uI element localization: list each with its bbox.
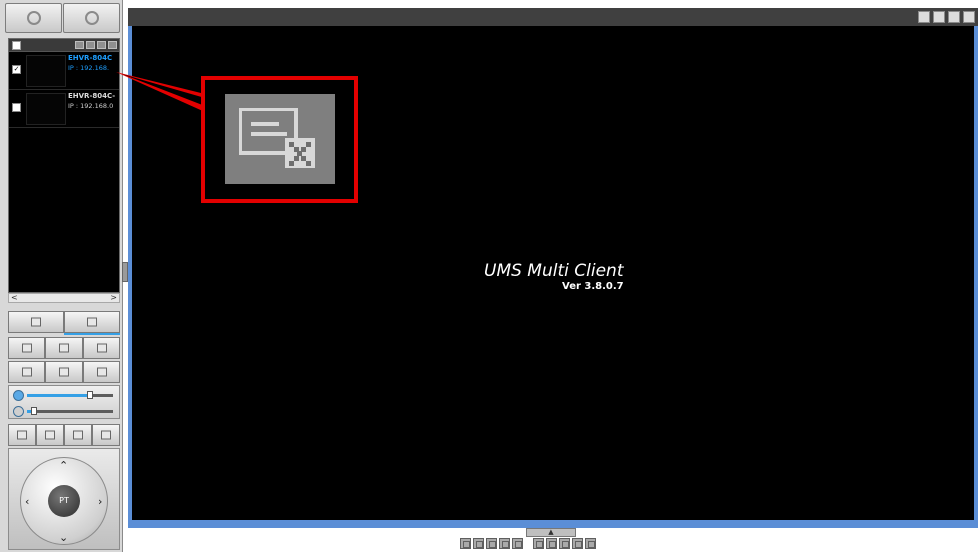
layout-icon[interactable] — [918, 11, 930, 23]
mic-icon — [13, 406, 24, 417]
pause-icon — [21, 367, 32, 377]
mic-thumb[interactable] — [31, 407, 37, 415]
app-version: Ver 3.8.0.7 — [562, 281, 624, 292]
close-icon[interactable] — [963, 11, 975, 23]
expand-toolbar-button[interactable]: ▲ — [526, 528, 576, 537]
talk-button[interactable] — [83, 361, 120, 383]
preset-button-2[interactable] — [36, 424, 64, 446]
setup-button[interactable] — [5, 3, 62, 33]
playback-icon — [96, 343, 107, 353]
device-list-header — [9, 39, 119, 52]
device-ip: IP : 192.168.0 — [68, 102, 114, 110]
tool-button-row-2 — [8, 361, 120, 383]
device-info-icon[interactable] — [108, 41, 117, 49]
callout-zoom — [225, 94, 335, 184]
search-icon — [84, 11, 99, 25]
ptz-right-arrow[interactable]: › — [98, 496, 102, 507]
audio-button[interactable] — [45, 361, 83, 383]
minimize-icon[interactable] — [933, 11, 945, 23]
layout-custom-icon[interactable] — [512, 538, 523, 549]
record-button[interactable] — [45, 337, 83, 359]
tool-button-row-1 — [8, 337, 120, 359]
mic-slider[interactable] — [27, 407, 113, 415]
audio-sliders — [8, 385, 120, 419]
select-all-checkbox[interactable] — [12, 41, 21, 50]
remove-device-icon — [239, 108, 315, 168]
add-device-icon[interactable] — [75, 41, 84, 49]
headphone-icon — [59, 367, 69, 377]
scroll-right-arrow[interactable]: > — [110, 294, 117, 302]
search-button[interactable] — [63, 3, 120, 33]
device-list-scrollbar[interactable]: < > — [8, 293, 120, 303]
disconnect-button[interactable] — [64, 311, 120, 333]
active-tab-indicator — [64, 333, 120, 335]
preset-button-1[interactable] — [8, 424, 36, 446]
view-title-bar — [128, 8, 978, 26]
device-row-2[interactable]: EHVR-804C- IP : 192.168.0 — [9, 90, 119, 128]
layout-3x3-icon[interactable] — [486, 538, 497, 549]
layout-1x1-icon[interactable] — [460, 538, 471, 549]
layout-8x8-icon[interactable] — [572, 538, 583, 549]
remove-device-icon[interactable] — [97, 41, 106, 49]
device-checkbox[interactable] — [12, 103, 21, 112]
pause-button[interactable] — [8, 361, 45, 383]
preset-button-3[interactable] — [64, 424, 92, 446]
device-ip: IP : 192.168. — [68, 64, 110, 72]
layout-2x2-icon[interactable] — [473, 538, 484, 549]
ptz-left-arrow[interactable]: ‹ — [25, 496, 29, 507]
layout-6x6-icon[interactable] — [546, 538, 557, 549]
volume-slider[interactable] — [27, 391, 113, 399]
device-name: EHVR-804C- — [68, 92, 116, 100]
preset-icon — [73, 430, 83, 440]
layout-toolbar — [460, 538, 596, 549]
callout-box — [201, 76, 358, 203]
layout-fullscreen-icon[interactable] — [585, 538, 596, 549]
app-title: UMS Multi Client — [484, 261, 624, 281]
speaker-icon — [96, 367, 107, 377]
snapshot-icon — [21, 343, 32, 353]
preset-button-4[interactable] — [92, 424, 120, 446]
volume-thumb[interactable] — [87, 391, 93, 399]
layout-5x5-icon[interactable] — [533, 538, 544, 549]
left-panel: ✓ EHVR-804C IP : 192.168. EHVR-804C- IP … — [0, 0, 123, 552]
preset-icon — [101, 430, 111, 440]
restore-icon[interactable] — [948, 11, 960, 23]
edit-device-icon[interactable] — [86, 41, 95, 49]
disconnect-icon — [87, 317, 97, 327]
layout-4x4-icon[interactable] — [499, 538, 510, 549]
preset-icon — [45, 430, 55, 440]
device-row-1[interactable]: ✓ EHVR-804C IP : 192.168. — [9, 52, 119, 90]
snapshot-button[interactable] — [8, 337, 45, 359]
ptz-up-arrow[interactable]: ⌃ — [59, 460, 68, 471]
layout-7x7-icon[interactable] — [559, 538, 570, 549]
connect-button[interactable] — [8, 311, 64, 333]
setup-icon — [26, 11, 41, 25]
playback-button[interactable] — [83, 337, 120, 359]
preset-icon — [17, 430, 27, 440]
ptz-down-arrow[interactable]: ⌄ — [59, 532, 68, 543]
device-checkbox[interactable]: ✓ — [12, 65, 21, 74]
scroll-left-arrow[interactable]: < — [11, 294, 18, 302]
ptz-center-button[interactable]: PT — [48, 485, 80, 517]
ptz-control: ⌃ ⌄ ‹ › PT — [8, 448, 120, 550]
record-icon — [59, 343, 69, 353]
device-list: ✓ EHVR-804C IP : 192.168. EHVR-804C- IP … — [8, 38, 120, 293]
device-thumbnail — [26, 93, 66, 125]
volume-fill — [27, 394, 87, 397]
volume-icon — [13, 390, 24, 401]
device-thumbnail — [26, 55, 66, 87]
connect-icon — [31, 317, 41, 327]
ptz-direction-pad[interactable]: ⌃ ⌄ ‹ › PT — [20, 457, 108, 545]
connection-button-row — [8, 311, 120, 333]
preset-button-row — [8, 424, 120, 446]
device-name: EHVR-804C — [68, 54, 113, 62]
layout-separator — [525, 538, 531, 549]
